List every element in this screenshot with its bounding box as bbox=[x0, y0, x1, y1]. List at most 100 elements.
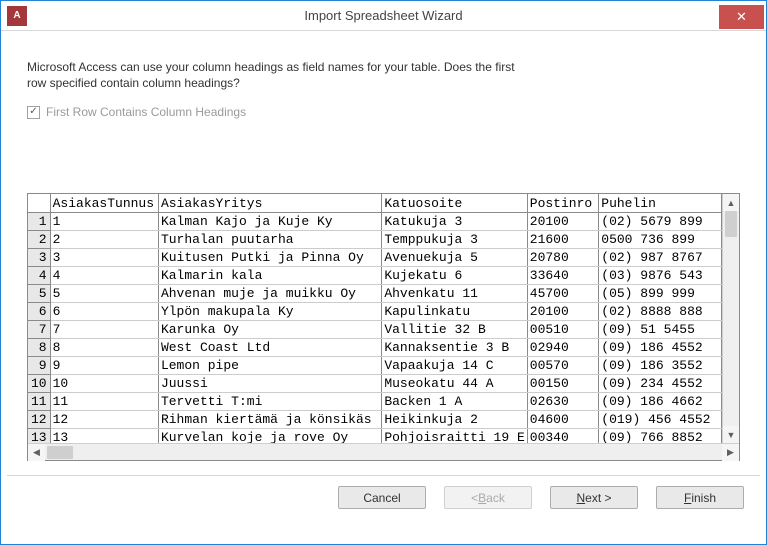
app-icon: A bbox=[7, 6, 27, 26]
cell-phone: (02) 8888 888 bbox=[599, 302, 722, 320]
cell-id: 4 bbox=[50, 266, 158, 284]
cell-addr: Backen 1 A bbox=[382, 392, 527, 410]
cell-addr: Temppukuja 3 bbox=[382, 230, 527, 248]
table-row[interactable]: 88West Coast LtdKannaksentie 3 B02940(09… bbox=[28, 338, 722, 356]
cell-post: 20780 bbox=[527, 248, 599, 266]
col-header-company[interactable]: AsiakasYritys bbox=[158, 194, 381, 212]
cell-company: Rihman kiertämä ja könsikäs bbox=[158, 410, 381, 428]
cell-addr: Ahvenkatu 11 bbox=[382, 284, 527, 302]
table-row[interactable]: 99Lemon pipeVapaakuja 14 C00570(09) 186 … bbox=[28, 356, 722, 374]
scroll-down-icon[interactable]: ▼ bbox=[723, 426, 739, 443]
intro-line1: Microsoft Access can use your column hea… bbox=[27, 60, 515, 74]
cell-post: 04600 bbox=[527, 410, 599, 428]
col-header-post[interactable]: Postinro bbox=[527, 194, 599, 212]
table-row[interactable]: 44Kalmarin kalaKujekatu 633640(03) 9876 … bbox=[28, 266, 722, 284]
table-row[interactable]: 1313Kurvelan koje ja rove OyPohjoisraitt… bbox=[28, 428, 722, 443]
cell-company: Ahvenan muje ja muikku Oy bbox=[158, 284, 381, 302]
cell-addr: Vallitie 32 B bbox=[382, 320, 527, 338]
cell-phone: (09) 234 4552 bbox=[599, 374, 722, 392]
scroll-track-vertical[interactable] bbox=[723, 237, 739, 426]
checkbox-label: First Row Contains Column Headings bbox=[46, 105, 246, 119]
cell-id: 1 bbox=[50, 212, 158, 230]
cell-company: Lemon pipe bbox=[158, 356, 381, 374]
preview-table: AsiakasTunnus AsiakasYritys Katuosoite P… bbox=[28, 194, 722, 443]
cell-addr: Kapulinkatu bbox=[382, 302, 527, 320]
cell-phone: (09) 186 3552 bbox=[599, 356, 722, 374]
cell-addr: Kujekatu 6 bbox=[382, 266, 527, 284]
cell-company: Kurvelan koje ja rove Oy bbox=[158, 428, 381, 443]
cell-post: 20100 bbox=[527, 212, 599, 230]
cell-id: 3 bbox=[50, 248, 158, 266]
cell-addr: Kannaksentie 3 B bbox=[382, 338, 527, 356]
scroll-up-icon[interactable]: ▲ bbox=[723, 194, 739, 211]
cell-id: 6 bbox=[50, 302, 158, 320]
table-row[interactable]: 1111Tervetti T:miBacken 1 A02630(09) 186… bbox=[28, 392, 722, 410]
cell-post: 20100 bbox=[527, 302, 599, 320]
table-row[interactable]: 55Ahvenan muje ja muikku OyAhvenkatu 114… bbox=[28, 284, 722, 302]
scroll-right-icon[interactable]: ▶ bbox=[722, 444, 739, 461]
cell-company: Kalman Kajo ja Kuje Ky bbox=[158, 212, 381, 230]
title-bar: A Import Spreadsheet Wizard ✕ bbox=[1, 1, 766, 31]
table-row[interactable]: 66Ylpön makupala KyKapulinkatu20100(02) … bbox=[28, 302, 722, 320]
finish-button[interactable]: Finish bbox=[656, 486, 744, 509]
data-preview-grid: AsiakasTunnus AsiakasYritys Katuosoite P… bbox=[27, 193, 740, 461]
col-header-phone[interactable]: Puhelin bbox=[599, 194, 722, 212]
cell-phone: (09) 766 8852 bbox=[599, 428, 722, 443]
scroll-thumb-horizontal[interactable] bbox=[47, 446, 73, 459]
cell-id: 10 bbox=[50, 374, 158, 392]
cell-company: Kuitusen Putki ja Pinna Oy bbox=[158, 248, 381, 266]
table-row[interactable]: 22Turhalan puutarhaTemppukuja 3216000500… bbox=[28, 230, 722, 248]
table-header-row: AsiakasTunnus AsiakasYritys Katuosoite P… bbox=[28, 194, 722, 212]
scroll-left-icon[interactable]: ◀ bbox=[28, 444, 45, 461]
next-button[interactable]: Next > bbox=[550, 486, 638, 509]
cell-company: Ylpön makupala Ky bbox=[158, 302, 381, 320]
cell-post: 00570 bbox=[527, 356, 599, 374]
checkbox-icon: ✓ bbox=[27, 106, 40, 119]
intro-line2: row specified contain column headings? bbox=[27, 76, 240, 90]
cell-phone: (05) 899 999 bbox=[599, 284, 722, 302]
cell-company: Juussi bbox=[158, 374, 381, 392]
cell-id: 9 bbox=[50, 356, 158, 374]
row-number: 7 bbox=[28, 320, 50, 338]
first-row-headings-checkbox[interactable]: ✓ First Row Contains Column Headings bbox=[27, 105, 740, 119]
cell-addr: Pohjoisraitti 19 E bbox=[382, 428, 527, 443]
cell-id: 13 bbox=[50, 428, 158, 443]
cell-id: 5 bbox=[50, 284, 158, 302]
cell-addr: Vapaakuja 14 C bbox=[382, 356, 527, 374]
row-number: 4 bbox=[28, 266, 50, 284]
cell-phone: (02) 5679 899 bbox=[599, 212, 722, 230]
vertical-scrollbar[interactable]: ▲ ▼ bbox=[722, 194, 739, 443]
row-number: 2 bbox=[28, 230, 50, 248]
cell-company: West Coast Ltd bbox=[158, 338, 381, 356]
row-number: 6 bbox=[28, 302, 50, 320]
wizard-content: Microsoft Access can use your column hea… bbox=[1, 31, 766, 461]
cell-phone: 0500 736 899 bbox=[599, 230, 722, 248]
cell-company: Tervetti T:mi bbox=[158, 392, 381, 410]
col-header-addr[interactable]: Katuosoite bbox=[382, 194, 527, 212]
intro-text: Microsoft Access can use your column hea… bbox=[27, 59, 547, 91]
row-number: 8 bbox=[28, 338, 50, 356]
cancel-button[interactable]: Cancel bbox=[338, 486, 426, 509]
table-row[interactable]: 1010JuussiMuseokatu 44 A00150(09) 234 45… bbox=[28, 374, 722, 392]
horizontal-scrollbar[interactable]: ◀ ▶ bbox=[28, 443, 739, 460]
col-header-id[interactable]: AsiakasTunnus bbox=[50, 194, 158, 212]
close-button[interactable]: ✕ bbox=[719, 5, 764, 29]
table-row[interactable]: 1212Rihman kiertämä ja könsikäsHeikinkuj… bbox=[28, 410, 722, 428]
cell-phone: (03) 9876 543 bbox=[599, 266, 722, 284]
table-row[interactable]: 33Kuitusen Putki ja Pinna OyAvenuekuja 5… bbox=[28, 248, 722, 266]
cell-addr: Heikinkuja 2 bbox=[382, 410, 527, 428]
cell-post: 00340 bbox=[527, 428, 599, 443]
cell-phone: (09) 186 4552 bbox=[599, 338, 722, 356]
table-row[interactable]: 11Kalman Kajo ja Kuje KyKatukuja 320100(… bbox=[28, 212, 722, 230]
row-number: 3 bbox=[28, 248, 50, 266]
cell-addr: Katukuja 3 bbox=[382, 212, 527, 230]
table-row[interactable]: 77Karunka OyVallitie 32 B00510(09) 51 54… bbox=[28, 320, 722, 338]
scroll-thumb-vertical[interactable] bbox=[725, 211, 737, 237]
cell-addr: Museokatu 44 A bbox=[382, 374, 527, 392]
cell-post: 00150 bbox=[527, 374, 599, 392]
cell-post: 02940 bbox=[527, 338, 599, 356]
cell-id: 2 bbox=[50, 230, 158, 248]
cell-id: 12 bbox=[50, 410, 158, 428]
wizard-button-row: Cancel < Back Next > Finish bbox=[1, 476, 766, 509]
cell-post: 02630 bbox=[527, 392, 599, 410]
